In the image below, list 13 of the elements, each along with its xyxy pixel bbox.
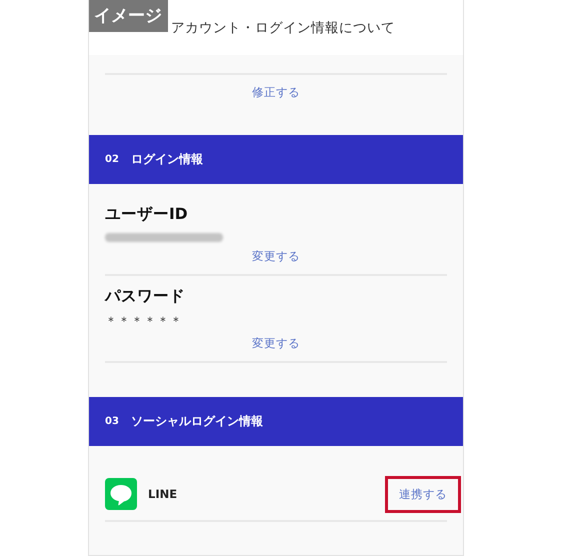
page-title: アカウント・ログイン情報について	[171, 18, 395, 36]
service-name: LINE	[148, 487, 178, 501]
field-label: ユーザーID	[105, 204, 189, 225]
chat-bubble-icon	[105, 478, 137, 510]
edit-link[interactable]: 修正する	[252, 85, 300, 100]
change-link[interactable]: 変更する	[252, 336, 300, 351]
section-header: 03 ソーシャルログイン情報	[89, 397, 463, 446]
connect-button[interactable]: 連携する	[385, 476, 461, 512]
image-badge: イメージ	[89, 0, 168, 32]
field-label: パスワード	[105, 286, 186, 307]
section-header: 02 ログイン情報	[89, 135, 463, 184]
change-link[interactable]: 変更する	[252, 249, 300, 264]
field-value: ＊＊＊＊＊＊	[105, 313, 184, 330]
